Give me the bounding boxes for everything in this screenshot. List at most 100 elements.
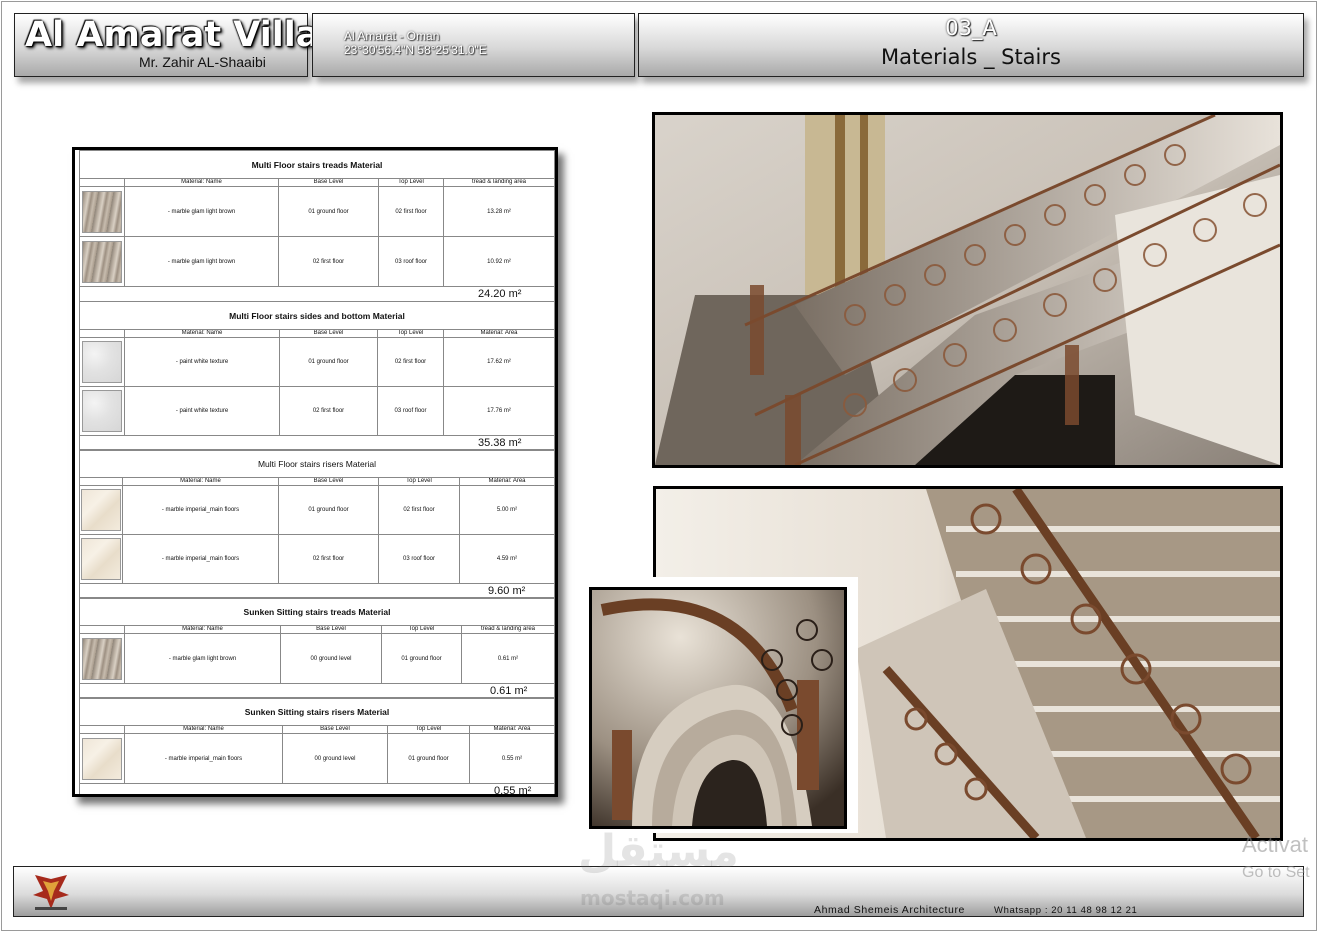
column-header-top: Top Level (378, 478, 459, 485)
column-header-area: Material: Area (459, 478, 554, 485)
schedule-total: 35.38 m² (478, 437, 522, 449)
column-header-name: Material: Name (124, 726, 282, 733)
table-cell-name: - marble glam light brown (124, 634, 280, 683)
schedule-header-row: Material: Name Base Level Top Level trea… (80, 179, 554, 187)
schedule-title: Multi Floor stairs sides and bottom Mate… (80, 301, 554, 330)
schedule-header-row: Material: Name Base Level Top Level Mate… (80, 478, 554, 486)
table-cell-area: 13.28 m² (443, 187, 554, 236)
table-cell-top: 03 roof floor (377, 387, 443, 435)
column-header-area: tread & landing area (443, 179, 554, 186)
schedule-sunken-risers: Sunken Sitting stairs risers Material Ma… (79, 697, 555, 794)
sheet-title: Materials _ Stairs (881, 45, 1061, 69)
sheet-number: 03_A (945, 16, 997, 40)
column-header-name: Material: Name (124, 330, 279, 337)
column-header-name: Material: Name (122, 478, 278, 485)
schedule-total-row: 0.55 m² (80, 784, 554, 794)
column-header-base: Base Level (278, 478, 378, 485)
column-header-top: Top Level (378, 179, 443, 186)
table-cell-base: 00 ground level (282, 734, 387, 783)
material-swatch (82, 240, 122, 283)
table-row: - marble glam light brown 00 ground leve… (80, 634, 554, 684)
table-row: - marble imperial_main floors 02 first f… (80, 535, 554, 584)
table-cell-top: 03 roof floor (378, 535, 459, 583)
table-cell-base: 02 first floor (278, 535, 378, 583)
table-cell-base: 01 ground floor (278, 486, 378, 534)
schedule-title: Sunken Sitting stairs risers Material (80, 697, 554, 726)
table-cell-top: 03 roof floor (378, 237, 443, 286)
column-header-area: tread & landing area (461, 626, 554, 633)
schedule-total-row: 24.20 m² (80, 287, 554, 302)
table-cell-base: 00 ground level (280, 634, 381, 683)
schedule-sides-bottom: Multi Floor stairs sides and bottom Mate… (79, 301, 555, 451)
studio-name: Ahmad Shemeis Architecture (814, 904, 965, 916)
watermark-latin: mostaqi.com (580, 886, 725, 910)
table-cell-top: 02 first floor (378, 187, 443, 236)
table-cell-area: 5.00 m² (459, 486, 554, 534)
table-cell-base: 02 first floor (279, 387, 377, 435)
client-name: Mr. Zahir AL-Shaaibi (139, 54, 266, 70)
schedule-title: Multi Floor stairs treads Material (80, 150, 554, 179)
stairs-render-sunken-view (589, 587, 847, 829)
column-header-swatch (80, 330, 124, 337)
schedule-total: 0.61 m² (490, 685, 528, 697)
column-header-base: Base Level (280, 626, 381, 633)
schedule-header-row: Material: Name Base Level Top Level trea… (80, 626, 554, 634)
table-cell-base: 02 first floor (278, 237, 378, 286)
table-cell-name: - marble imperial_main floors (124, 734, 282, 783)
table-cell-name: - marble imperial_main floors (122, 535, 278, 583)
activation-notice-title: Activat (1242, 832, 1309, 857)
column-header-swatch (80, 626, 124, 633)
stairs-render-top-view (652, 112, 1283, 468)
coordinates-text: 23°30'56.4"N 58°25'31.0"E (344, 43, 487, 57)
column-header-top: Top Level (387, 726, 469, 733)
schedule-sunken-treads: Sunken Sitting stairs treads Material Ma… (79, 597, 555, 699)
schedule-total: 24.20 m² (478, 288, 522, 300)
table-row: - marble glam light brown 01 ground floo… (80, 187, 554, 237)
table-cell-name: - marble glam light brown (124, 237, 278, 286)
material-swatch (82, 390, 122, 432)
column-header-base: Base Level (282, 726, 387, 733)
schedule-total: 9.60 m² (488, 585, 526, 597)
activation-notice-link[interactable]: Go to Set (1242, 864, 1310, 882)
schedule-header-row: Material: Name Base Level Top Level Mate… (80, 726, 554, 734)
table-cell-base: 01 ground floor (278, 187, 378, 236)
material-swatch (82, 190, 122, 233)
table-row: - marble imperial_main floors 00 ground … (80, 734, 554, 784)
project-title: Al Amarat Villa (25, 15, 320, 55)
material-schedules-panel: Multi Floor stairs treads Material Mater… (72, 147, 558, 797)
column-header-name: Material: Name (124, 179, 278, 186)
column-header-area: Material: Area (443, 330, 554, 337)
firm-logo (29, 873, 73, 913)
watermark-arabic: مستقل (578, 826, 739, 877)
column-header-swatch (80, 478, 122, 485)
table-cell-top: 01 ground floor (381, 634, 461, 683)
column-header-top: Top Level (377, 330, 443, 337)
location-box: Al Amarat - Oman 23°30'56.4"N 58°25'31.0… (312, 13, 635, 77)
material-swatch (81, 489, 121, 531)
column-header-swatch (80, 179, 124, 186)
table-cell-top: 02 first floor (378, 486, 459, 534)
table-cell-area: 17.76 m² (443, 387, 554, 435)
table-cell-area: 0.55 m² (469, 734, 554, 783)
table-cell-base: 01 ground floor (279, 338, 377, 386)
table-row: - paint white texture 02 first floor 03 … (80, 387, 554, 436)
table-cell-name: - marble glam light brown (124, 187, 278, 236)
column-header-base: Base Level (279, 330, 377, 337)
table-cell-top: 01 ground floor (387, 734, 469, 783)
schedule-risers: Multi Floor stairs risers Material Mater… (79, 449, 555, 599)
location-text: Al Amarat - Oman (344, 29, 440, 43)
column-header-top: Top Level (381, 626, 461, 633)
table-cell-top: 02 first floor (377, 338, 443, 386)
table-cell-area: 10.92 m² (443, 237, 554, 286)
table-cell-area: 17.62 m² (443, 338, 554, 386)
schedule-treads: Multi Floor stairs treads Material Mater… (79, 150, 555, 302)
table-cell-name: - paint white texture (124, 387, 279, 435)
table-row: - marble imperial_main floors 01 ground … (80, 486, 554, 535)
title-box: Al Amarat Villa Mr. Zahir AL-Shaaibi (14, 13, 319, 77)
table-cell-area: 0.61 m² (461, 634, 554, 683)
column-header-name: Material: Name (124, 626, 280, 633)
material-swatch (81, 538, 121, 580)
table-row: - paint white texture 01 ground floor 02… (80, 338, 554, 387)
whatsapp-contact: Whatsapp : 20 11 48 98 12 21 (994, 905, 1138, 916)
table-cell-name: - paint white texture (124, 338, 279, 386)
